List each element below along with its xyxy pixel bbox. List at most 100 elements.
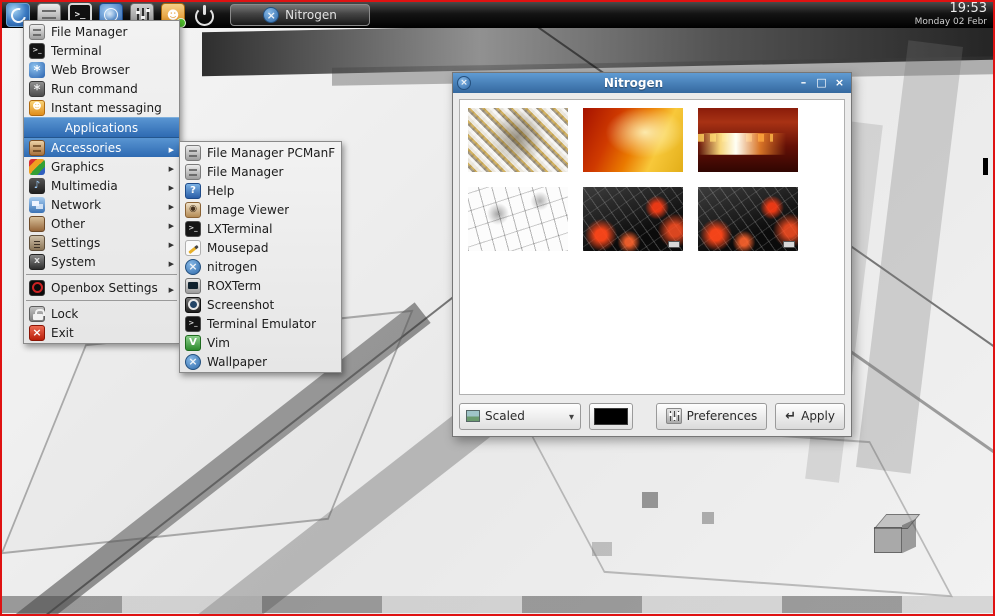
submenu-arrow-icon [169, 255, 174, 269]
wallpaper-thumbnail-gray-wireframe[interactable] [468, 187, 568, 251]
submenu-arrow-icon [169, 160, 174, 174]
menu-item-lock[interactable]: Lock [24, 304, 179, 323]
submenu-item-terminal-emulator[interactable]: Terminal Emulator [180, 314, 341, 333]
maximize-button[interactable]: □ [814, 73, 829, 93]
menu-item-label: File Manager [51, 25, 128, 39]
submenu-item-label: LXTerminal [207, 222, 272, 236]
settings-icon [29, 235, 45, 251]
submenu-item-label: Terminal Emulator [207, 317, 316, 331]
lock-icon [29, 306, 45, 322]
preferences-sliders-icon [666, 408, 682, 424]
submenu-arrow-icon [169, 141, 174, 155]
graphics-icon [29, 159, 45, 175]
titlebar[interactable]: Nitrogen – □ × [453, 73, 851, 93]
menu-item-label: Openbox Settings [51, 281, 158, 295]
menu-item-network[interactable]: Network [24, 195, 179, 214]
menu-item-run-command[interactable]: Run command [24, 79, 179, 98]
wallpaper-thumbnail-red-light-streaks[interactable] [698, 108, 798, 172]
exit-icon [29, 325, 45, 341]
submenu-item-file-manager[interactable]: File Manager [180, 162, 341, 181]
wallpaper-shape [642, 492, 658, 508]
mode-select[interactable]: Scaled [459, 403, 581, 430]
menu-item-web-browser[interactable]: Web Browser [24, 60, 179, 79]
wallpaper-thumbnail-dark-cubes-red[interactable] [583, 187, 683, 251]
terminal-icon [185, 316, 201, 332]
wallpaper-shape [856, 40, 963, 473]
wallpaper-thumbnail-orange-flame[interactable] [583, 108, 683, 172]
close-button[interactable]: × [832, 73, 847, 93]
submenu-item-label: Help [207, 184, 234, 198]
menu-item-label: Instant messaging [51, 101, 162, 115]
network-icon [29, 197, 45, 213]
submenu-item-image-viewer[interactable]: Image Viewer [180, 200, 341, 219]
submenu-arrow-icon [169, 236, 174, 250]
preferences-label: Preferences [687, 409, 758, 423]
chevron-down-icon [569, 409, 574, 423]
menu-item-instant-messaging[interactable]: Instant messaging [24, 98, 179, 117]
apply-label: Apply [801, 409, 835, 423]
menu-item-settings[interactable]: Settings [24, 233, 179, 252]
submenu-item-help[interactable]: Help [180, 181, 341, 200]
menu-item-terminal[interactable]: Terminal [24, 41, 179, 60]
menu-item-label: Other [51, 217, 85, 231]
openbox-icon [29, 280, 45, 296]
nitrogen-icon [185, 354, 201, 370]
background-color-button[interactable] [589, 403, 633, 430]
menu-item-exit[interactable]: Exit [24, 323, 179, 342]
submenu-item-label: Vim [207, 336, 230, 350]
submenu-item-screenshot[interactable]: Screenshot [180, 295, 341, 314]
accessories-icon [29, 140, 45, 156]
instant-messaging-icon [29, 100, 45, 116]
multimedia-icon [29, 178, 45, 194]
submenu-item-label: nitrogen [207, 260, 257, 274]
submenu-item-label: Image Viewer [207, 203, 289, 217]
menu-item-label: Terminal [51, 44, 102, 58]
menu-item-label: System [51, 255, 96, 269]
menu-item-label: Network [51, 198, 101, 212]
menu-item-graphics[interactable]: Graphics [24, 157, 179, 176]
clock-time: 19:53 [915, 2, 987, 17]
menu-item-label: Run command [51, 82, 138, 96]
submenu-item-mousepad[interactable]: Mousepad [180, 238, 341, 257]
submenu-item-lxterminal[interactable]: LXTerminal [180, 219, 341, 238]
scaling-mode-icon [466, 410, 480, 422]
wallpaper-cube-front [874, 527, 902, 553]
menu-item-accessories[interactable]: Accessories [24, 138, 179, 157]
submenu-item-vim[interactable]: Vim [180, 333, 341, 352]
submenu-item-file-manager-pcmanfm[interactable]: File Manager PCManFM [180, 143, 341, 162]
clock[interactable]: 19:53 Monday 02 Febr [915, 2, 989, 27]
menu-item-file-manager[interactable]: File Manager [24, 22, 179, 41]
minimize-button[interactable]: – [796, 73, 811, 93]
window-title: Nitrogen [474, 76, 793, 90]
submenu-item-label: Mousepad [207, 241, 269, 255]
submenu-arrow-icon [169, 179, 174, 193]
submenu-item-label: File Manager PCManFM [207, 146, 336, 160]
submenu-item-wallpaper[interactable]: Wallpaper [180, 352, 341, 371]
apply-button[interactable]: Apply [775, 403, 845, 430]
terminal-icon [185, 221, 201, 237]
submenu-item-label: ROXTerm [207, 279, 261, 293]
power-button-icon[interactable] [192, 3, 216, 27]
roxterm-icon [185, 278, 201, 294]
submenu-item-roxterm[interactable]: ROXTerm [180, 276, 341, 295]
text-editor-icon [185, 240, 201, 256]
taskbar-item-nitrogen[interactable]: Nitrogen [230, 4, 370, 26]
menu-item-other[interactable]: Other [24, 214, 179, 233]
submenu-arrow-icon [169, 198, 174, 212]
menu-item-label: Exit [51, 326, 74, 340]
submenu-item-label: Screenshot [207, 298, 274, 312]
clock-date: Monday 02 Febr [915, 17, 987, 27]
menu-item-system[interactable]: System [24, 252, 179, 271]
menu-item-openbox-settings[interactable]: Openbox Settings [24, 278, 179, 297]
wallpaper-thumbnail-dark-cubes-red-2[interactable] [698, 187, 798, 251]
preferences-button[interactable]: Preferences [656, 403, 768, 430]
taskbar-item-label: Nitrogen [285, 8, 337, 22]
menu-item-label: Lock [51, 307, 78, 321]
menu-separator [26, 274, 177, 275]
wallpaper-shape [2, 596, 993, 613]
terminal-icon [29, 43, 45, 59]
menu-item-multimedia[interactable]: Multimedia [24, 176, 179, 195]
cursor [983, 158, 988, 175]
wallpaper-thumbnail-mosaic-cube-tunnel[interactable] [468, 108, 568, 172]
submenu-item-nitrogen[interactable]: nitrogen [180, 257, 341, 276]
